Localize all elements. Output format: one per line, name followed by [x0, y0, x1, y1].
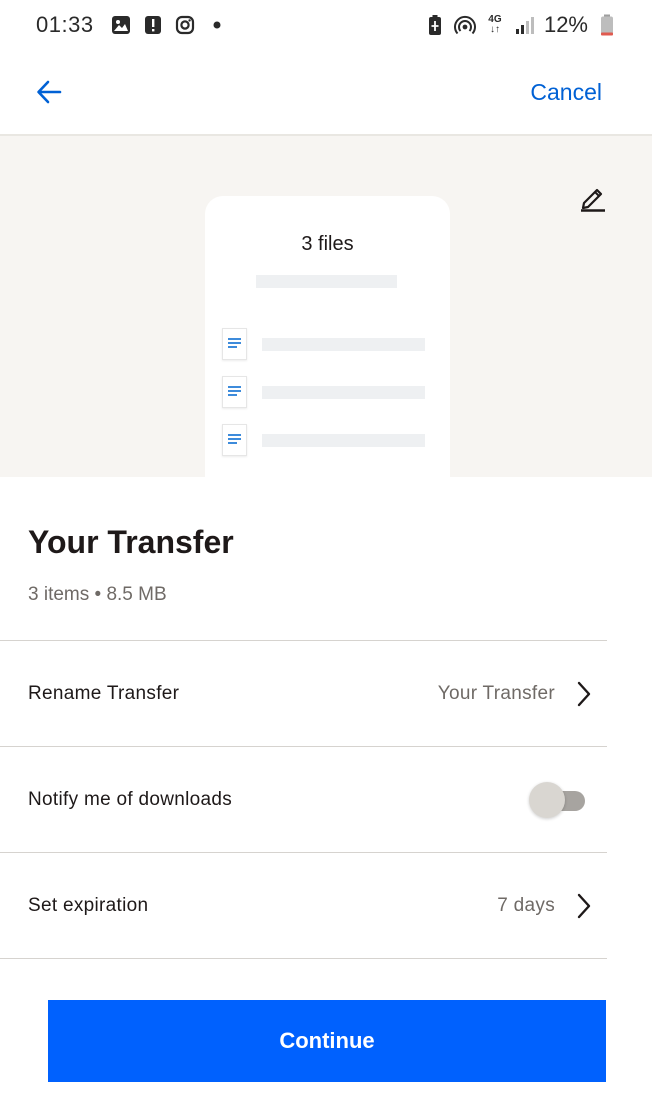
set-expiration-label: Set expiration: [28, 894, 149, 916]
notify-downloads-toggle[interactable]: [529, 781, 587, 818]
set-expiration-right: 7 days: [497, 892, 595, 920]
app-bar: Cancel: [0, 50, 652, 136]
network-type-indicator: 4G ↓↑: [484, 14, 506, 36]
document-icon: [222, 424, 247, 456]
files-card-placeholder: [256, 275, 397, 288]
back-button[interactable]: [32, 75, 66, 109]
document-icon: [222, 376, 247, 408]
file-item: [222, 328, 432, 362]
rename-transfer-value: Your Transfer: [437, 682, 555, 704]
document-icon: [222, 328, 247, 360]
signal-icon: [514, 14, 536, 36]
pencil-icon: [581, 188, 605, 212]
transfer-title: Your Transfer: [28, 524, 234, 560]
settings-divider: [0, 958, 607, 959]
network-arrows: ↓↑: [489, 24, 500, 35]
instagram-icon: [174, 14, 196, 36]
chevron-right-icon: [573, 680, 595, 708]
rename-transfer-right: Your Transfer: [438, 680, 595, 708]
file-item: [222, 424, 432, 458]
gallery-icon: [110, 14, 132, 36]
continue-button[interactable]: Continue: [48, 1000, 606, 1082]
file-item: [222, 376, 432, 410]
status-left: 01:33: [36, 12, 228, 38]
files-card-title: 3 files: [301, 233, 354, 255]
edit-preview-button[interactable]: [578, 182, 610, 214]
file-name-placeholder: [262, 338, 425, 351]
battery-saver-icon: [424, 14, 446, 36]
rename-transfer-row[interactable]: Rename Transfer Your Transfer: [0, 640, 607, 746]
battery-icon: [596, 14, 618, 36]
rename-transfer-label: Rename Transfer: [28, 682, 180, 704]
status-right: 4G ↓↑ 12%: [424, 12, 618, 38]
notify-downloads-row: Notify me of downloads: [0, 746, 607, 852]
file-name-placeholder: [262, 386, 425, 399]
dot-icon: [206, 14, 228, 36]
set-expiration-value: 7 days: [497, 894, 555, 916]
arrow-left-icon: [37, 80, 62, 104]
notify-downloads-label: Notify me of downloads: [28, 788, 233, 810]
status-bar: 01:33 4G ↓↑ 12%: [0, 0, 652, 50]
transfer-preview: 3 files: [0, 136, 652, 477]
transfer-meta: 3 items • 8.5 MB: [28, 584, 167, 605]
files-card: 3 files: [205, 196, 450, 477]
battery-percentage: 12%: [543, 12, 588, 37]
alert-icon: [142, 14, 164, 36]
status-time: 01:33: [36, 12, 94, 37]
hotspot-icon: [453, 14, 476, 36]
file-name-placeholder: [262, 434, 425, 447]
set-expiration-row[interactable]: Set expiration 7 days: [0, 852, 607, 958]
toggle-thumb: [529, 781, 565, 818]
cancel-button[interactable]: Cancel: [530, 79, 602, 106]
chevron-right-icon: [573, 892, 595, 920]
